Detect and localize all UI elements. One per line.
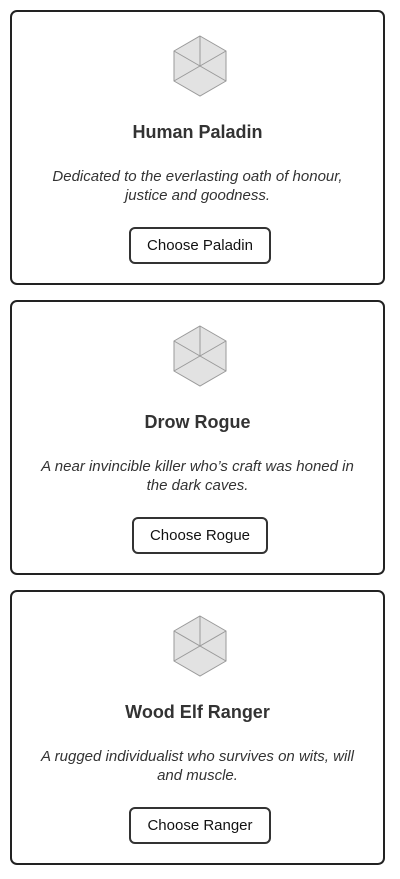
character-card-rogue: Drow Rogue A near invincible killer who’… [10, 300, 385, 575]
character-card-ranger: Wood Elf Ranger A rugged individualist w… [10, 590, 385, 865]
choose-rogue-button[interactable]: Choose Rogue [132, 517, 268, 554]
card-title: Human Paladin [132, 122, 263, 142]
hexagon-placeholder-icon [172, 615, 228, 677]
character-card-paladin: Human Paladin Dedicated to the everlasti… [10, 10, 385, 285]
card-title: Wood Elf Ranger [125, 702, 270, 722]
choose-paladin-button[interactable]: Choose Paladin [129, 227, 271, 264]
card-description: A rugged individualist who survives on w… [41, 748, 354, 784]
hexagon-placeholder-icon [172, 325, 228, 387]
card-description: A near invincible killer who’s craft was… [41, 458, 354, 494]
card-title: Drow Rogue [144, 412, 251, 432]
hexagon-placeholder-icon [172, 35, 228, 97]
card-description: Dedicated to the everlasting oath of hon… [52, 168, 343, 204]
choose-ranger-button[interactable]: Choose Ranger [129, 807, 271, 844]
